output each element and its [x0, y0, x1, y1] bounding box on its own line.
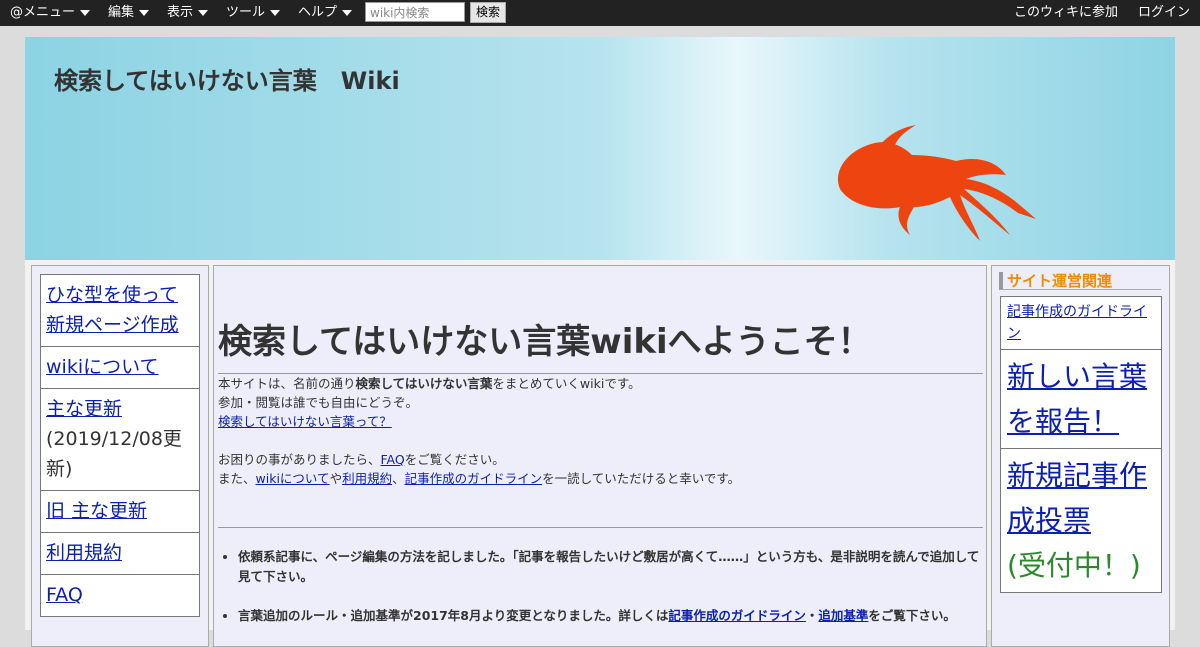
intro-text-c: をまとめていくwikiです。 — [492, 376, 641, 391]
top-navbar: @メニュー 編集 表示 ツール ヘルプ wiki内検索 検索 このウィキに参加 … — [0, 0, 1200, 26]
chevron-down-icon — [270, 9, 281, 16]
menu-edit[interactable]: 編集 — [108, 0, 150, 26]
chevron-down-icon — [198, 9, 209, 16]
intro-text: 本サイトは、名前の通り検索してはいけない言葉をまとめていくwikiです。 参加・… — [218, 374, 740, 488]
guideline-inline-link[interactable]: 記事作成のガイドライン — [405, 471, 543, 486]
menu-tools-label: ツール — [226, 5, 266, 20]
right-item-report: 新しい言葉を報告！ — [1001, 349, 1161, 448]
notice-item: 言葉追加のルール・追加基準が2017年8月より変更となりました。詳しくは記事作成… — [238, 606, 983, 626]
updates-link[interactable]: 主な更新 — [46, 398, 122, 420]
sidebar-item-new-page: ひな型を使って新規ページ作成 — [41, 275, 199, 346]
menu-help-label: ヘルプ — [298, 5, 338, 20]
page-title: 検索してはいけない言葉wikiへようこそ！ — [218, 322, 872, 362]
menu-view-label: 表示 — [167, 5, 194, 20]
search-button[interactable]: 検索 — [470, 2, 506, 23]
sidebar-item-old-updates: 旧 主な更新 — [41, 490, 199, 532]
faq-inline-link[interactable]: FAQ — [381, 452, 405, 467]
about-wiki-link[interactable]: wikiについて — [46, 356, 159, 378]
intro-text-2: 参加・閲覧は誰でも自由にどうぞ。 — [218, 395, 419, 410]
menu-edit-label: 編集 — [108, 5, 135, 20]
search-input[interactable]: wiki内検索 — [365, 2, 465, 22]
updates-date: (2019/12/08更新) — [46, 428, 182, 480]
notice-text: 依頼系記事に、ページ編集の方法を記しました。「記事を報告したいけど敷居が高くて…… — [238, 549, 980, 584]
sidebar-item-about: wikiについて — [41, 346, 199, 388]
menu-tools[interactable]: ツール — [226, 0, 281, 26]
guideline-link[interactable]: 記事作成のガイドライン — [1007, 304, 1147, 342]
what-is-link[interactable]: 検索してはいけない言葉って？ — [218, 414, 392, 429]
site-banner: 検索してはいけない言葉 Wiki — [25, 37, 1175, 260]
notice-text-c: をご覧下さい。 — [868, 608, 956, 623]
right-menu-list: 記事作成のガイドライン 新しい言葉を報告！ 新規記事作成投票 (受付中！) — [1000, 296, 1162, 593]
notice-list: 依頼系記事に、ページ編集の方法を記しました。「記事を報告したいけど敷居が高くて…… — [218, 547, 983, 645]
chevron-down-icon — [139, 9, 150, 16]
join-wiki-link[interactable]: このウィキに参加 — [1014, 0, 1118, 26]
old-updates-link[interactable]: 旧 主な更新 — [46, 500, 147, 522]
notice-text-b: ・ — [805, 608, 819, 623]
sidebar-item-terms: 利用規約 — [41, 532, 199, 574]
intro-text-bold: 検索してはいけない言葉 — [355, 376, 493, 391]
menu-view[interactable]: 表示 — [167, 0, 209, 26]
menu-help[interactable]: ヘルプ — [298, 0, 353, 26]
guideline-notice-link[interactable]: 記事作成のガイドライン — [668, 608, 806, 623]
goldfish-icon — [837, 125, 1036, 241]
notice-text-a: 言葉追加のルール・追加基準が2017年8月より変更となりました。詳しくは — [238, 608, 669, 623]
intro-text-a: 本サイトは、名前の通り — [218, 376, 356, 391]
menu-atwiki-label: @メニュー — [10, 5, 76, 20]
site-title[interactable]: 検索してはいけない言葉 Wiki — [54, 61, 400, 96]
right-item-guideline: 記事作成のガイドライン — [1001, 297, 1161, 349]
help-text-2d: を一読していただけると幸いです。 — [542, 471, 741, 486]
help-text-2c: 、 — [392, 471, 405, 486]
about-inline-link[interactable]: wikiについて — [256, 471, 330, 486]
main-content: 検索してはいけない言葉wikiへようこそ！ 本サイトは、名前の通り検索してはいけ… — [213, 265, 987, 647]
chevron-down-icon — [342, 9, 353, 16]
sidebar-item-updates: 主な更新 (2019/12/08更新) — [41, 388, 199, 490]
vote-link[interactable]: 新規記事作成投票 — [1007, 459, 1147, 537]
left-menu-list: ひな型を使って新規ページ作成 wikiについて 主な更新 (2019/12/08更… — [40, 274, 200, 617]
menu-atwiki[interactable]: @メニュー — [10, 0, 91, 26]
left-sidebar: ひな型を使って新規ページ作成 wikiについて 主な更新 (2019/12/08更… — [31, 265, 209, 647]
criteria-link[interactable]: 追加基準 — [818, 608, 868, 623]
chevron-down-icon — [80, 9, 91, 16]
help-text-2b: や — [329, 471, 343, 486]
new-page-link[interactable]: ひな型を使って新規ページ作成 — [46, 284, 179, 336]
sidebar-item-faq: FAQ — [41, 574, 199, 616]
report-word-link[interactable]: 新しい言葉を報告！ — [1007, 360, 1147, 438]
faq-link[interactable]: FAQ — [46, 584, 83, 606]
vote-status: (受付中！) — [1007, 549, 1141, 582]
terms-link[interactable]: 利用規約 — [46, 542, 122, 564]
notice-item: 依頼系記事に、ページ編集の方法を記しました。「記事を報告したいけど敷居が高くて…… — [238, 547, 983, 587]
right-item-vote: 新規記事作成投票 (受付中！) — [1001, 448, 1161, 592]
terms-inline-link[interactable]: 利用規約 — [342, 471, 392, 486]
right-sidebar: サイト運営関連 記事作成のガイドライン 新しい言葉を報告！ 新規記事作成投票 (受… — [991, 265, 1170, 647]
help-text-b: をご覧ください。 — [404, 452, 505, 467]
right-menu-heading: サイト運営関連 — [999, 272, 1161, 290]
help-text-2a: また、 — [218, 471, 256, 486]
help-text-a: お困りの事がありましたら、 — [218, 452, 381, 467]
login-link[interactable]: ログイン — [1138, 0, 1190, 26]
divider — [218, 527, 983, 528]
